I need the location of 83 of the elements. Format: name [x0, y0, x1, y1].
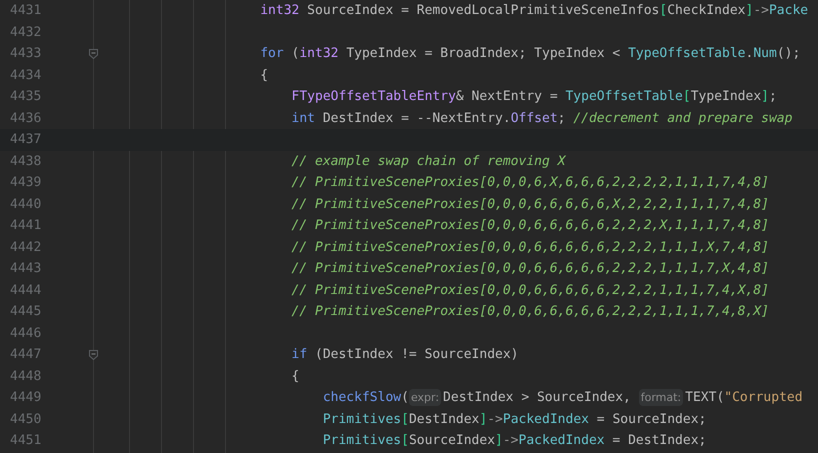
code-comment: // PrimitiveSceneProxies[0,0,0,6,6,6,6,6,2,2,2,X,1,1,1,7,4,8]	[292, 218, 769, 234]
line-number: 4434	[9, 68, 42, 83]
fold-icon[interactable]	[89, 48, 98, 59]
line-number: 4441	[9, 218, 42, 234]
code-text: ();	[776, 46, 800, 62]
code-operator: ->	[753, 3, 769, 18]
code-identifier: PackedIndex	[502, 412, 589, 427]
code-bracket: ]	[746, 3, 754, 18]
code-text: DestIndex = --NextEntry.	[322, 110, 511, 126]
code-comment: // PrimitiveSceneProxies[0,0,0,6,6,6,6,6,2,2,2,1,1,1,7,4,8,X]	[292, 304, 769, 320]
inlay-hint: expr:	[408, 389, 442, 406]
line-number: 4433	[9, 46, 42, 62]
code-keyword: int	[292, 110, 316, 126]
code-string: "Corrupted	[724, 390, 803, 406]
code-comment: // PrimitiveSceneProxies[0,0,0,6,X,6,6,6,2,2,2,2,1,1,1,7,4,8]	[292, 175, 769, 190]
code-type: int32	[299, 46, 338, 62]
code-bracket: [	[401, 412, 409, 427]
code-comment: // PrimitiveSceneProxies[0,0,0,6,6,6,6,6,X,2,2,2,1,1,1,7,4,8]	[292, 196, 769, 212]
code-identifier: TypeOffsetTable	[565, 89, 683, 104]
code-identifier: Primitives	[322, 433, 402, 448]
line-number: 4436	[9, 110, 42, 126]
code-text: SourceIndex	[408, 433, 496, 448]
line-number: 4446	[9, 326, 42, 341]
line-number: 4445	[9, 304, 42, 320]
line-number: 4432	[9, 24, 42, 40]
code-keyword: for	[260, 46, 284, 62]
code-text: (DestIndex != SourceIndex)	[314, 347, 519, 362]
code-text: ;	[558, 110, 566, 126]
line-number: 4435	[9, 89, 42, 104]
code-text: DestIndex	[408, 412, 480, 427]
code-operator: ->	[502, 433, 519, 448]
code-text: SourceIndex = RemovedLocalPrimitiveSceneInfos	[306, 3, 660, 18]
code-identifier: PackedIndex	[518, 433, 605, 448]
code-text: CheckIndex	[667, 3, 746, 18]
code-text: DestIndex > SourceIndex,	[443, 390, 632, 406]
line-number: 4449	[9, 390, 42, 406]
fold-icon[interactable]	[89, 350, 98, 360]
code-comment: // PrimitiveSceneProxies[0,0,0,6,6,6,6,6,2,2,2,1,1,1,X,7,4,8]	[292, 240, 769, 255]
code-operator: ->	[487, 412, 503, 427]
code-comment: // PrimitiveSceneProxies[0,0,0,6,6,6,6,6,2,2,2,1,1,1,7,X,4,8]	[292, 261, 769, 276]
code-text: & NextEntry =	[456, 89, 559, 104]
code-text: TypeIndex = BroadIndex; TypeIndex <	[345, 46, 622, 62]
code-text: TypeIndex	[690, 89, 762, 104]
code-text: ;	[769, 89, 777, 104]
code-text: {	[260, 68, 268, 83]
code-bracket: ]	[761, 89, 769, 104]
line-number: 4431	[9, 3, 42, 18]
code-type: FTypeOffsetTableEntry	[292, 89, 456, 104]
code-text: {	[292, 368, 300, 384]
line-number: 4451	[9, 433, 42, 448]
code-identifier: Num	[753, 46, 777, 62]
code-text: TEXT(	[685, 390, 724, 406]
code-comment: //decrement and prepare swap	[573, 110, 792, 126]
code-text: = SourceIndex;	[596, 412, 706, 427]
code-bracket: [	[682, 89, 691, 104]
code-comment: // PrimitiveSceneProxies[0,0,0,6,6,6,6,6,2,2,2,1,1,1,7,4,X,8]	[292, 282, 769, 298]
line-number: 4447	[9, 347, 42, 362]
code-macro: checkfSlow	[322, 390, 402, 406]
code-text: (	[401, 390, 409, 406]
code-identifier: Primitives	[322, 412, 402, 427]
code-bracket: ]	[495, 433, 503, 448]
code-comment: // example swap chain of removing X	[292, 154, 566, 169]
line-number: 4440	[9, 196, 42, 212]
line-number: 4437	[9, 132, 42, 148]
line-number: 4450	[9, 412, 42, 427]
code-type: int32	[260, 3, 300, 18]
line-number: 4438	[9, 154, 42, 169]
line-number: 4444	[9, 282, 42, 298]
code-text: .	[746, 46, 754, 62]
code-bracket: [	[401, 433, 409, 448]
line-number: 4442	[9, 240, 42, 255]
code-keyword: if	[292, 347, 308, 362]
line-number: 4448	[9, 368, 42, 384]
code-text: = DestIndex;	[611, 433, 706, 448]
line-number: 4443	[9, 261, 42, 276]
code-field: Offset	[510, 110, 558, 126]
code-text: (	[290, 46, 300, 62]
code-bracket: [	[659, 3, 668, 18]
code-identifier: Packe	[768, 3, 808, 18]
line-number: 4439	[9, 175, 42, 190]
code-identifier: TypeOffsetTable	[628, 46, 746, 62]
inlay-hint: format:	[638, 389, 684, 406]
code-bracket: ]	[479, 412, 488, 427]
